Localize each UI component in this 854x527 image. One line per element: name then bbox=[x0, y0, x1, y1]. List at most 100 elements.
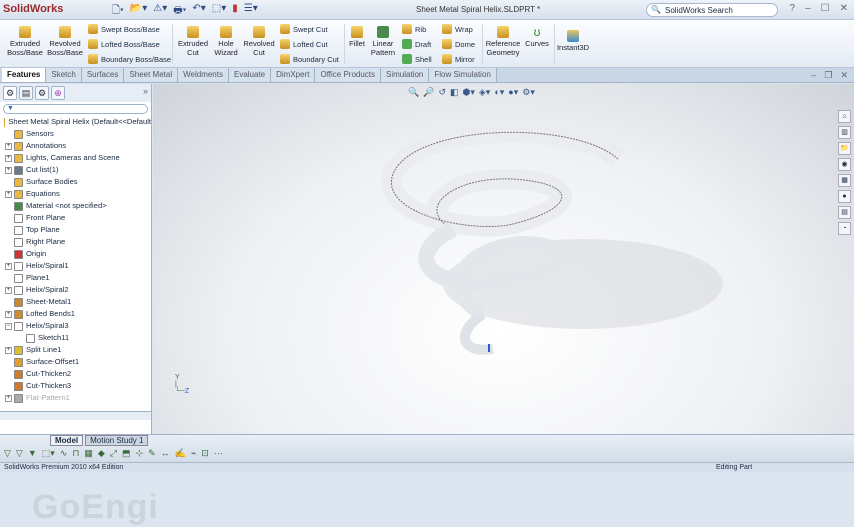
rebuild-icon[interactable]: ⚠▾ bbox=[153, 3, 167, 20]
expand-toggle-icon[interactable]: + bbox=[5, 286, 12, 294]
tree-item[interactable]: + Lofted Bends1 bbox=[0, 308, 151, 320]
reference-geometry-button[interactable]: Reference Geometry bbox=[484, 24, 522, 57]
tab-model[interactable]: Model bbox=[50, 435, 84, 446]
expand-toggle-icon[interactable]: + bbox=[5, 154, 12, 162]
undo-icon[interactable]: ↶▾ bbox=[192, 3, 205, 20]
expand-toggle-icon[interactable]: + bbox=[5, 262, 12, 270]
resources-icon[interactable]: ⌂ bbox=[838, 110, 851, 123]
maximize-icon[interactable]: ☐ bbox=[821, 3, 830, 14]
tree-item[interactable]: Origin bbox=[0, 248, 151, 260]
mirror-button[interactable]: Mirror bbox=[442, 54, 475, 64]
expand-toggle-icon[interactable]: + bbox=[5, 142, 12, 150]
filter-sketch-icon[interactable]: ✎ bbox=[148, 448, 156, 459]
tab-flow-simulation[interactable]: Flow Simulation bbox=[429, 68, 497, 82]
hole-wizard-button[interactable]: Hole Wizard bbox=[210, 24, 242, 57]
filter-axes-icon[interactable]: ⤢ bbox=[110, 448, 117, 459]
draft-button[interactable]: Draft bbox=[402, 39, 431, 49]
tree-item[interactable]: Cut-Thicken2 bbox=[0, 368, 151, 380]
solidworks-content-icon[interactable]: ◔ bbox=[838, 222, 851, 235]
custom-properties-icon[interactable]: ▤ bbox=[838, 206, 851, 219]
rib-button[interactable]: Rib bbox=[402, 24, 426, 34]
filter-edges-icon[interactable]: ⊓ bbox=[72, 448, 79, 459]
tree-item[interactable]: + Lights, Cameras and Scene bbox=[0, 152, 151, 164]
lofted-boss-button[interactable]: Lofted Boss/Base bbox=[88, 39, 160, 49]
tree-item[interactable]: + Equations bbox=[0, 188, 151, 200]
filter-vertices-icon[interactable]: ∿ bbox=[60, 448, 68, 459]
tree-item[interactable]: Sensors bbox=[0, 128, 151, 140]
tree-root[interactable]: Sheet Metal Spiral Helix (Default<<Defau… bbox=[0, 116, 151, 128]
doc-close-icon[interactable]: ✕ bbox=[840, 70, 848, 81]
filter-points-icon[interactable]: ⊹ bbox=[136, 448, 144, 459]
swept-boss-button[interactable]: Swept Boss/Base bbox=[88, 24, 160, 34]
tab-sketch[interactable]: Sketch bbox=[46, 68, 82, 82]
solidworks-logo[interactable]: SolidWorks bbox=[3, 3, 63, 15]
tab-evaluate[interactable]: Evaluate bbox=[228, 68, 272, 82]
tree-item[interactable]: Plane1 bbox=[0, 272, 151, 284]
filter-faces-icon[interactable]: ▦ bbox=[84, 448, 93, 459]
feature-manager-tab-icon[interactable]: ⚙ bbox=[3, 86, 17, 100]
tab-office-products[interactable]: Office Products bbox=[315, 68, 382, 82]
expand-toggle-icon[interactable]: + bbox=[5, 166, 12, 174]
help-button[interactable]: ? bbox=[790, 3, 796, 14]
doc-restore-icon[interactable]: ❐ bbox=[824, 70, 832, 81]
design-library-icon[interactable]: ▥ bbox=[838, 126, 851, 139]
options-icon[interactable]: ☰▾ bbox=[244, 3, 258, 20]
filter-welds-icon[interactable]: ⌁ bbox=[191, 448, 196, 459]
tree-item[interactable]: Right Plane bbox=[0, 236, 151, 248]
extruded-boss-button[interactable]: Extruded Boss/Base bbox=[6, 24, 44, 57]
expand-toggle-icon[interactable]: + bbox=[5, 310, 12, 318]
tree-item[interactable]: + Helix/Spiral1 bbox=[0, 260, 151, 272]
tab-surfaces[interactable]: Surfaces bbox=[81, 68, 125, 82]
expand-panel-icon[interactable]: » bbox=[143, 86, 148, 100]
tree-item[interactable]: + Flat-Pattern1 bbox=[0, 392, 151, 404]
search-results-icon[interactable]: ◉ bbox=[838, 158, 851, 171]
dimxpert-manager-tab-icon[interactable]: ⊕ bbox=[51, 86, 65, 100]
view-palette-icon[interactable]: ▦ bbox=[838, 174, 851, 187]
filter-input[interactable]: ▼ bbox=[3, 104, 148, 114]
appearances-icon[interactable]: ● bbox=[838, 190, 851, 203]
boundary-boss-button[interactable]: Boundary Boss/Base bbox=[88, 54, 171, 64]
swept-cut-button[interactable]: Swept Cut bbox=[280, 24, 328, 34]
fillet-button[interactable]: Fillet bbox=[346, 24, 368, 48]
filter-dims-icon[interactable]: ↔ bbox=[161, 448, 170, 459]
tree-item[interactable]: Material <not specified> bbox=[0, 200, 151, 212]
tab-dimxpert[interactable]: DimXpert bbox=[271, 68, 316, 82]
tree-item[interactable]: Surface Bodies bbox=[0, 176, 151, 188]
tree-item[interactable]: Top Plane bbox=[0, 224, 151, 236]
filter-notes-icon[interactable]: ✍ bbox=[175, 448, 186, 459]
traffic-light-icon[interactable]: ▮ bbox=[232, 3, 238, 20]
search-input[interactable]: 🔍 SolidWorks Search bbox=[646, 3, 778, 17]
tree-item[interactable]: Surface-Offset1 bbox=[0, 356, 151, 368]
tab-motion-study[interactable]: Motion Study 1 bbox=[85, 435, 149, 446]
tree-item[interactable]: Front Plane bbox=[0, 212, 151, 224]
minimize-icon[interactable]: – bbox=[805, 3, 811, 14]
filter-datum-icon[interactable]: ⊡ bbox=[201, 448, 209, 459]
expand-toggle-icon[interactable]: + bbox=[5, 190, 12, 198]
graphics-area[interactable]: 🔍 🔎 ↺ ◧ ⬢▾ ◈▾ ◐▾ ●▾ ⚙▾ Y | └─Z ⌂ ▥ 📁 ◉ ▦ ● ▤ ◔ bbox=[153, 84, 854, 436]
tab-sheet-metal[interactable]: Sheet Metal bbox=[124, 68, 179, 82]
wrap-button[interactable]: Wrap bbox=[442, 24, 473, 34]
dome-button[interactable]: Dome bbox=[442, 39, 475, 49]
filter-surface-icon[interactable]: ◆ bbox=[98, 448, 105, 459]
extruded-cut-button[interactable]: Extruded Cut bbox=[176, 24, 210, 57]
configuration-manager-tab-icon[interactable]: ⚙ bbox=[35, 86, 49, 100]
tree-item[interactable]: − Helix/Spiral3 bbox=[0, 320, 151, 332]
expand-toggle-icon[interactable]: + bbox=[5, 346, 12, 354]
filter-clear-icon[interactable]: ▽ bbox=[16, 448, 23, 459]
lofted-cut-button[interactable]: Lofted Cut bbox=[280, 39, 328, 49]
close-icon[interactable]: ✕ bbox=[840, 3, 848, 14]
tree-item[interactable]: + Cut list(1) bbox=[0, 164, 151, 176]
property-manager-tab-icon[interactable]: ▤ bbox=[19, 86, 33, 100]
tab-simulation[interactable]: Simulation bbox=[381, 68, 430, 82]
new-icon[interactable]: 🗋▾ bbox=[112, 3, 124, 20]
filter-planes-icon[interactable]: ⬒ bbox=[122, 448, 131, 459]
select-arrow-icon[interactable]: ⬚▾ bbox=[42, 448, 55, 459]
tab-features[interactable]: Features bbox=[2, 68, 47, 82]
curves-button[interactable]: ʊ Curves bbox=[522, 24, 552, 48]
select-icon[interactable]: ⬚▾ bbox=[212, 3, 226, 20]
spiral-model[interactable] bbox=[153, 84, 854, 436]
tree-item[interactable]: + Annotations bbox=[0, 140, 151, 152]
open-icon[interactable]: 📂▾ bbox=[130, 3, 147, 20]
filter-more-icon[interactable]: ⋯ bbox=[214, 448, 223, 459]
instant3d-button[interactable]: Instant3D bbox=[556, 28, 590, 52]
